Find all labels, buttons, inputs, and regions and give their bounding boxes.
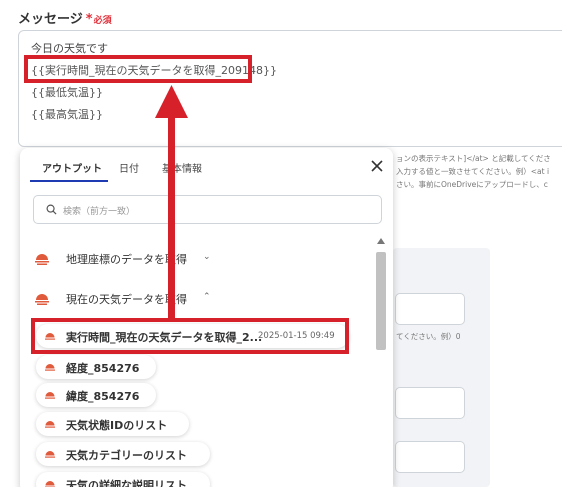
annotation-arrow (155, 85, 188, 318)
